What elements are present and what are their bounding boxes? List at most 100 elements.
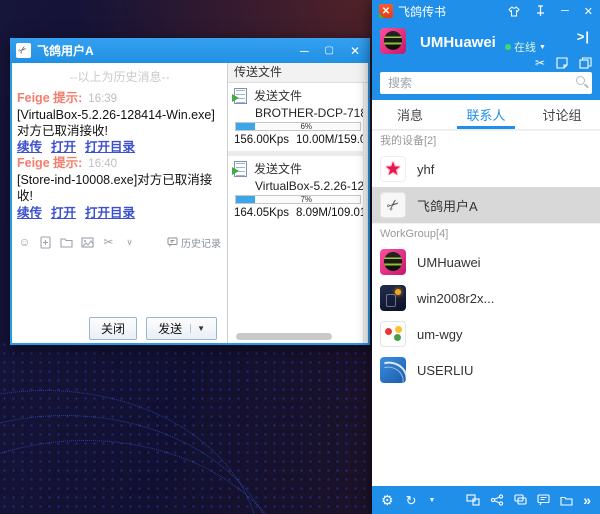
minimize-icon[interactable]: ─ [561,5,569,17]
contact-row-userliu[interactable]: USERLIU [372,352,600,388]
group-header-workgroup[interactable]: WorkGroup[4] [372,223,600,244]
transfer-horizontal-scrollbar[interactable] [236,333,332,340]
transfer-panel: 传送文件 发送文件 BROTHER-DCP-7180... 6% 156.00K… [228,63,368,343]
avatar [380,357,406,383]
settings-gear-icon[interactable]: ⚙ [381,493,394,507]
close-icon[interactable]: ✕ [584,5,593,18]
avatar: ★ [380,156,406,182]
file-send-icon [234,88,247,104]
avatar [380,321,406,347]
screenshot-scissors-icon[interactable]: ✂ [102,236,115,249]
contact-row-um-wgy[interactable]: um-wgy [372,316,600,352]
send-image-icon[interactable] [81,236,94,249]
transfer-action: 发送文件 [254,87,302,104]
tab-groups[interactable]: 讨论组 [524,100,600,129]
note-icon[interactable] [556,57,568,69]
transfer-item[interactable]: 发送文件 BROTHER-DCP-7180... 6% 156.00Kps 10… [228,83,368,151]
close-button[interactable]: 关闭 [89,317,137,340]
avatar [380,285,406,311]
contact-row-umhuawei[interactable]: UMHuawei [372,244,600,280]
transfer-speed: 164.05Kps [234,207,289,219]
minimize-icon[interactable]: ─ [300,45,309,57]
transfer-item[interactable]: 发送文件 VirtualBox-5.2.26-12... 7% 164.05Kp… [228,156,368,224]
bottom-toolbar: ⚙ ↻ ▼ » [372,486,600,514]
history-button[interactable]: 历史记录 [167,235,221,250]
avatar: ✂ [380,192,406,218]
copy-icon[interactable] [579,57,592,69]
chat-window-title: 飞鸽用户A [37,42,94,59]
progress-fill [236,196,255,203]
progress-percent: 7% [300,196,312,204]
open-file-link[interactable]: 打开 [51,206,76,220]
message-time: 16:40 [88,158,117,170]
file-send-icon [234,161,247,177]
folder-icon[interactable] [560,495,573,506]
message-history[interactable]: --以上为历史消息-- Feige 提示:16:39 [VirtualBox-5… [12,63,227,231]
progress-percent: 6% [300,123,312,131]
contact-row-win2008r2x[interactable]: win2008r2x... [372,280,600,316]
open-folder-link[interactable]: 打开目录 [85,206,135,220]
refresh-icon[interactable]: ↻ [406,494,417,507]
main-window-title: 飞鸽传书 [398,3,446,20]
message-sender: Feige 提示: [17,156,82,170]
skin-icon[interactable] [508,6,520,17]
emoji-icon[interactable]: ☺ [18,236,31,249]
transfer-action: 发送文件 [254,160,302,177]
message-time: 16:39 [88,93,117,105]
progress-bar: 7% [235,195,361,204]
close-icon[interactable]: ✕ [350,45,360,57]
maximize-icon[interactable]: ▢ [324,46,333,56]
chat-titlebar[interactable]: ✂ 飞鸽用户A ─ ▢ ✕ [10,38,370,63]
chevron-down-icon[interactable]: ∨ [123,236,136,249]
send-options-caret-icon[interactable]: ▼ [190,324,205,333]
open-folder-link[interactable]: 打开目录 [85,140,135,154]
transfer-vertical-scrollbar[interactable] [363,83,368,343]
contact-row-feige-user-a[interactable]: ✂ 飞鸽用户A [372,187,600,223]
send-button[interactable]: 发送▼ [146,317,217,340]
send-folder-icon[interactable] [60,236,73,249]
collapse-panel-icon[interactable]: >| [577,29,590,44]
transfer-size: 10.00M/159.09M [296,134,368,146]
transfer-speed: 156.00Kps [234,134,289,146]
pin-icon[interactable] [535,5,546,17]
tab-messages[interactable]: 消息 [372,100,448,129]
transfer-filename: BROTHER-DCP-7180... [255,106,362,120]
refresh-caret-icon[interactable]: ▼ [428,497,435,504]
contact-name: yhf [417,162,434,177]
transfer-filename: VirtualBox-5.2.26-12... [255,179,362,193]
status-caret-icon: ▼ [539,44,546,51]
transfer-panel-title: 传送文件 [228,63,368,83]
search-icon[interactable] [576,76,585,85]
main-titlebar[interactable]: ✕ 飞鸽传书 ─ ✕ [372,0,600,22]
user-name: UMHuawei [420,34,496,51]
contact-name: USERLIU [417,363,473,378]
search-bar [372,72,600,100]
status-label: 在线 [514,39,536,55]
screenshot-scissors-icon[interactable]: ✂ [535,57,545,69]
open-file-link[interactable]: 打开 [51,140,76,154]
message-sender: Feige 提示: [17,91,82,105]
more-chevrons-icon[interactable]: » [583,493,591,507]
chat-window-icon: ✂ [16,43,31,58]
history-divider: --以上为历史消息-- [17,70,222,86]
group-chat-icon[interactable] [514,494,527,506]
contact-name: 飞鸽用户A [417,196,478,215]
contact-row-yhf[interactable]: ★ yhf [372,151,600,187]
message-input[interactable] [12,253,227,313]
message-bubble-icon[interactable] [537,494,550,506]
resume-transfer-link[interactable]: 续传 [17,206,42,220]
history-label: 历史记录 [181,235,221,250]
user-avatar[interactable] [380,28,406,54]
resume-transfer-link[interactable]: 续传 [17,140,42,154]
status-selector[interactable]: 在线 ▼ [505,39,546,55]
remote-screen-icon[interactable] [466,494,480,506]
user-header: UMHuawei 在线 ▼ >| ✂ [372,22,600,72]
group-header-my-devices[interactable]: 我的设备[2] [372,130,600,151]
send-file-icon[interactable] [39,236,52,249]
contact-name: win2008r2x... [417,291,494,306]
chat-window: ✂ 飞鸽用户A ─ ▢ ✕ --以上为历史消息-- Feige 提示: 16:39… [10,38,370,345]
tab-contacts[interactable]: 联系人 [448,100,524,129]
search-input[interactable] [380,72,592,94]
share-link-icon[interactable] [490,494,504,506]
progress-bar: 6% [235,122,361,131]
